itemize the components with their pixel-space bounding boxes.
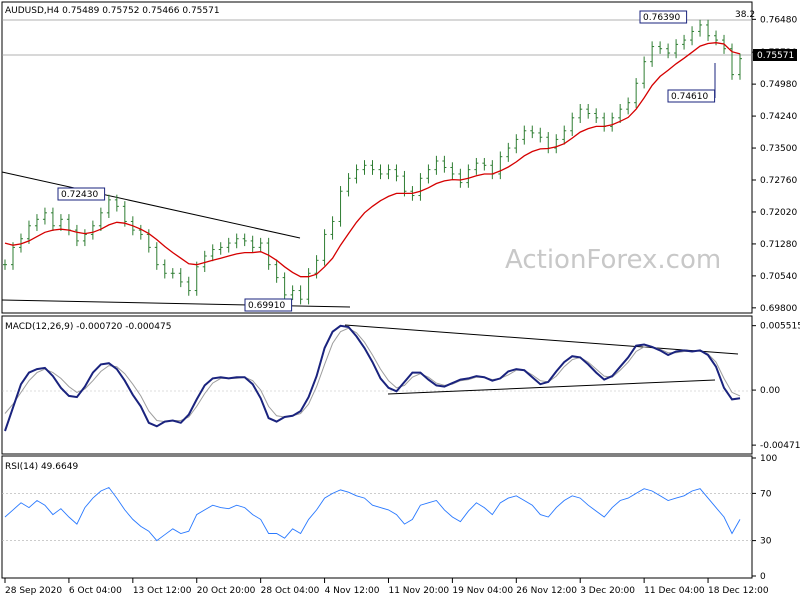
price-panel: ActionForex.com 0.72430 0.69910 0.76390 0.7… xyxy=(1,1,797,314)
price-header: AUDUSD,H4 0.75489 0.75752 0.75466 0.7557… xyxy=(5,6,220,16)
x-tick-label: 19 Nov 04:00 xyxy=(452,586,513,596)
x-axis: 28 Sep 2020 6 Oct 04:00 13 Oct 12:00 20 Oct… xyxy=(4,578,769,596)
price-y-tick-label: 0.76480 xyxy=(760,15,797,25)
macd-header: MACD(12,26,9) -0.000720 -0.000475 xyxy=(5,322,171,332)
rsi-y-tick-label: 70 xyxy=(760,489,772,499)
last-price-label: 0.75571 xyxy=(757,51,794,61)
watermark: ActionForex.com xyxy=(505,245,721,275)
macd-y-tick-label: -0.004711 xyxy=(760,441,800,451)
x-tick-label: 20 Oct 20:00 xyxy=(197,586,256,596)
price-y-axis: 0.764800.757200.749800.742400.735000.727… xyxy=(752,15,797,314)
x-tick-label: 28 Sep 2020 xyxy=(5,586,62,596)
x-tick-label: 4 Nov 12:00 xyxy=(325,586,380,596)
fib-level-label: 38.2 xyxy=(735,10,755,20)
price-y-tick-label: 0.72020 xyxy=(760,208,797,218)
macd-y-tick-label: 0.00 xyxy=(760,386,780,396)
rsi-y-tick-label: 0 xyxy=(760,572,766,582)
price-y-tick-label: 0.69800 xyxy=(760,304,797,314)
price-annotation-label: 0.72430 xyxy=(61,190,98,200)
macd-y-tick-label: 0.005515 xyxy=(760,322,800,332)
price-y-tick-label: 0.70540 xyxy=(760,272,797,282)
macd-y-axis: 0.005515 0.00 -0.004711 xyxy=(752,322,800,451)
price-y-tick-label: 0.72760 xyxy=(760,176,797,186)
price-annotation-label: 0.69910 xyxy=(248,301,285,311)
price-y-tick-label: 0.74980 xyxy=(760,80,797,90)
price-y-tick-label: 0.73500 xyxy=(760,144,797,154)
forex-chart: ActionForex.com 0.72430 0.69910 0.76390 0.7… xyxy=(1,1,800,596)
x-tick-label: 28 Oct 04:00 xyxy=(261,586,320,596)
rsi-y-tick-label: 30 xyxy=(760,537,772,547)
x-tick-label: 18 Dec 12:00 xyxy=(708,586,769,596)
macd-panel: MACD(12,26,9) -0.000720 -0.000475 0.0055… xyxy=(1,315,800,455)
x-tick-label: 13 Oct 12:00 xyxy=(133,586,192,596)
rsi-panel: RSI(14) 49.6649 100 70 30 0 xyxy=(1,454,777,582)
x-tick-label: 3 Dec 20:00 xyxy=(580,586,635,596)
x-tick-label: 11 Nov 20:00 xyxy=(388,586,449,596)
rsi-panel-frame xyxy=(1,455,753,579)
price-annotation-label: 0.74610 xyxy=(671,92,708,102)
price-annotation-label: 0.76390 xyxy=(643,13,680,23)
x-tick-label: 26 Nov 12:00 xyxy=(516,586,577,596)
rsi-y-axis: 100 70 30 0 xyxy=(752,454,777,582)
price-y-tick-label: 0.71280 xyxy=(760,240,797,250)
x-tick-label: 6 Oct 04:00 xyxy=(69,586,122,596)
rsi-header: RSI(14) 49.6649 xyxy=(5,462,78,472)
macd-panel-frame xyxy=(1,315,753,455)
price-y-tick-label: 0.74240 xyxy=(760,112,797,122)
rsi-y-tick-label: 100 xyxy=(760,454,777,464)
x-tick-label: 11 Dec 04:00 xyxy=(644,586,705,596)
